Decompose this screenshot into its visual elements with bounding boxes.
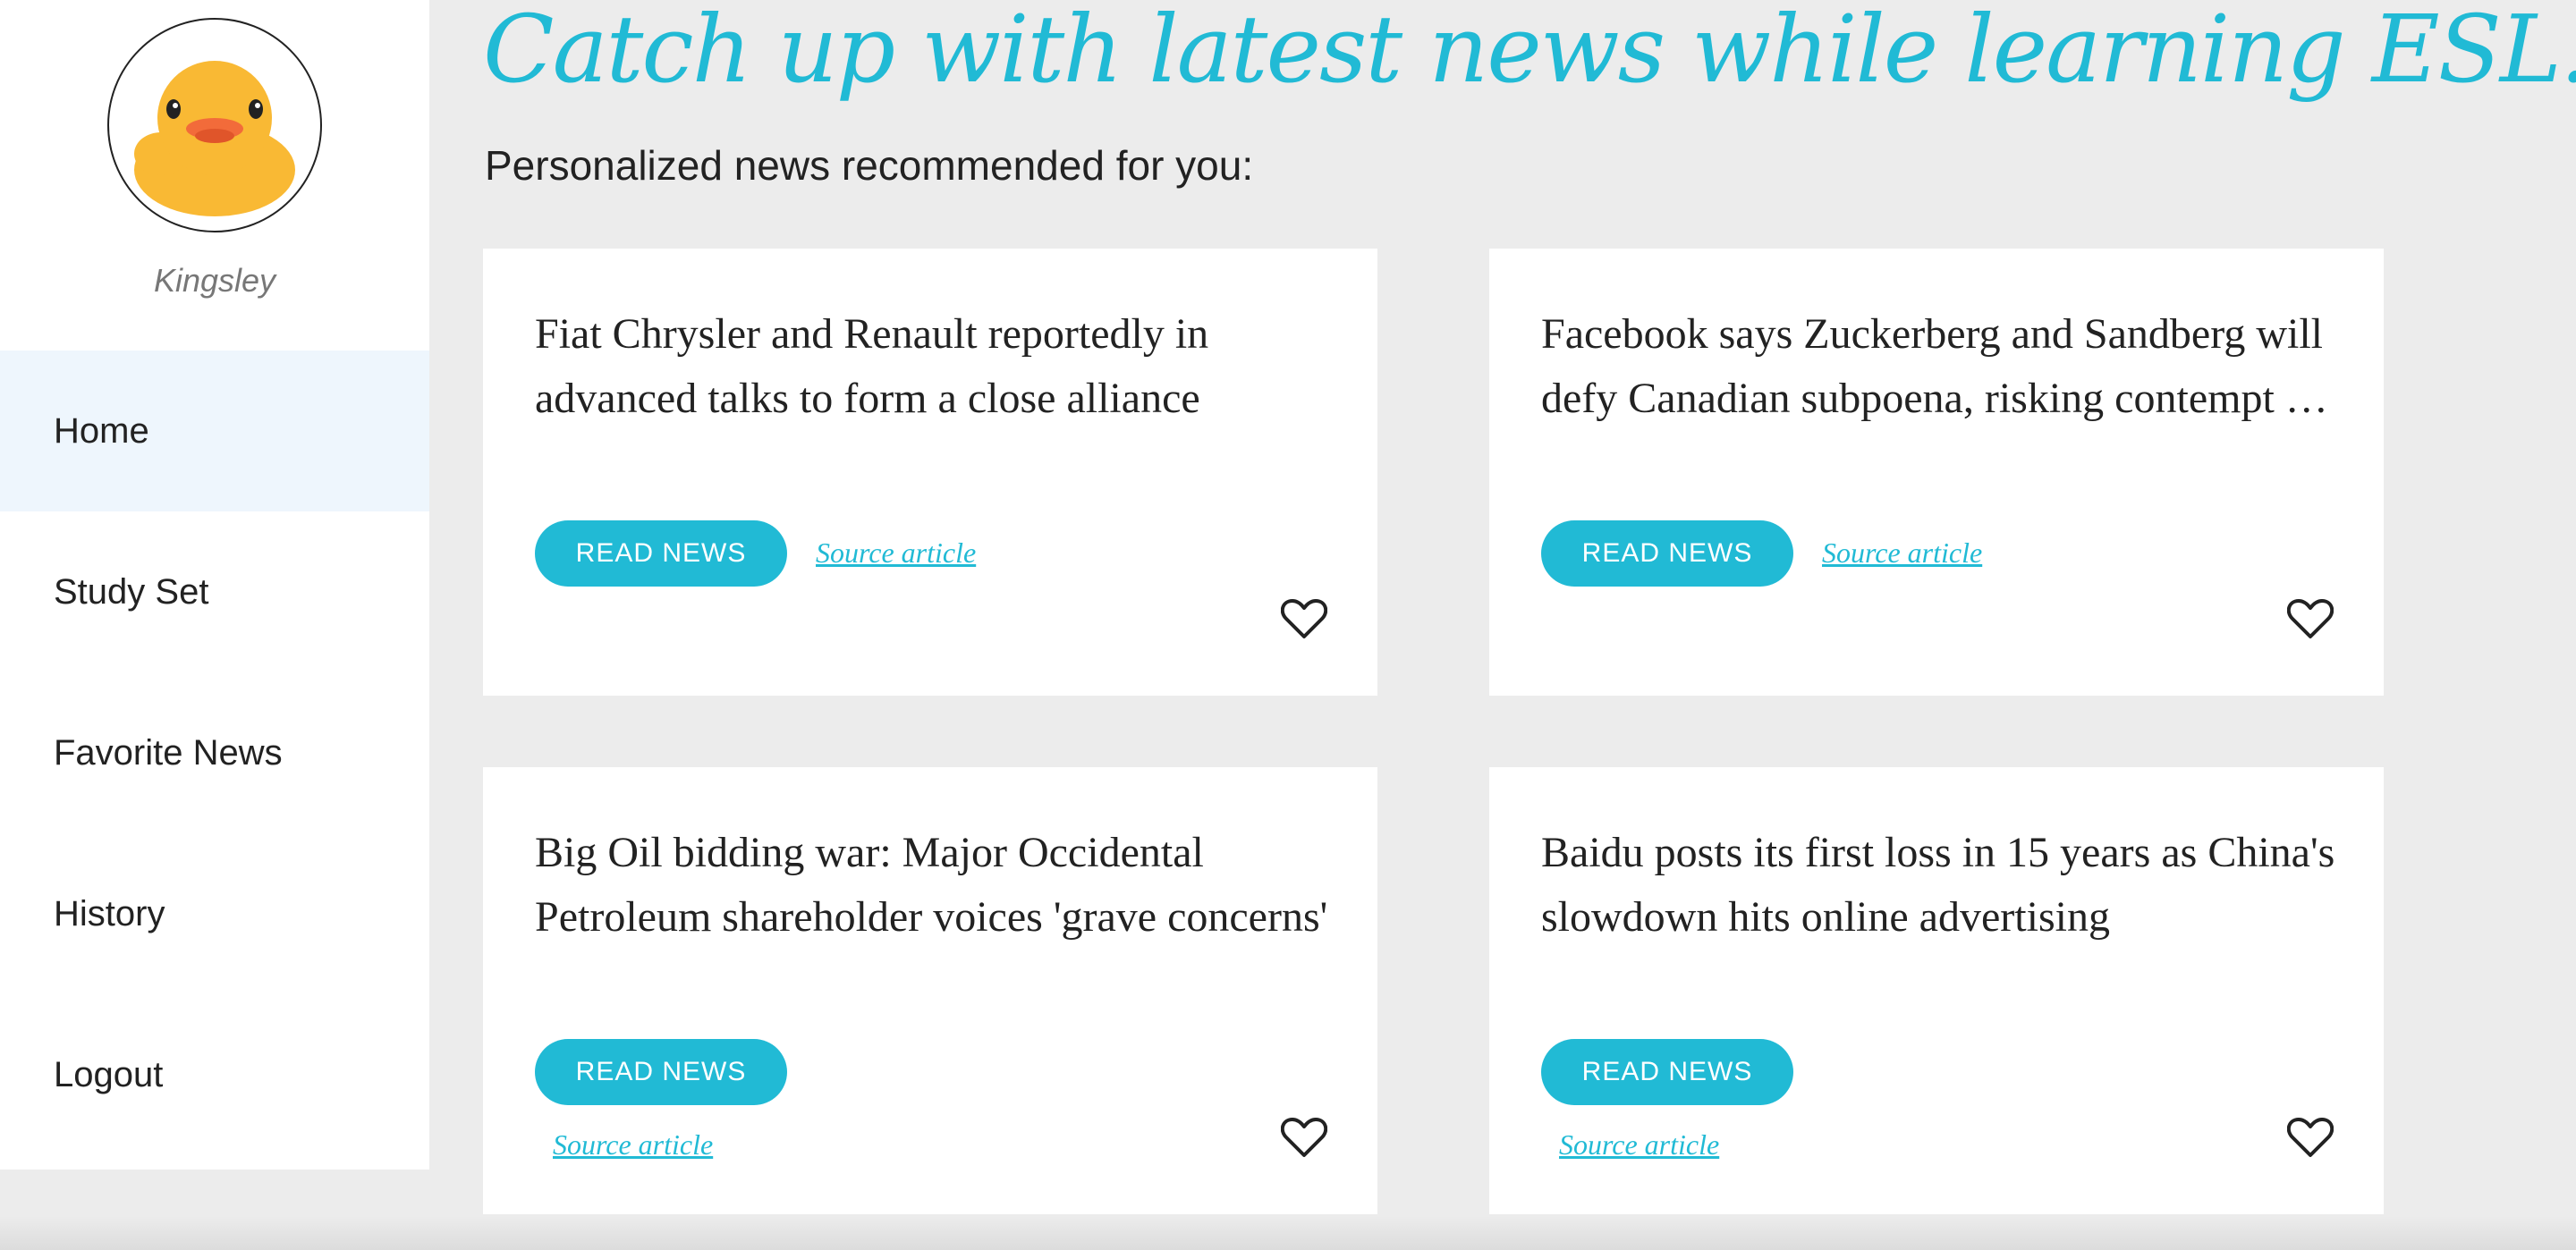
- news-card: Facebook says Zuckerberg and Sandberg wi…: [1489, 249, 2384, 696]
- source-article-link[interactable]: Source article: [553, 1128, 713, 1161]
- news-card-title: Fiat Chrysler and Renault reportedly in …: [535, 310, 1209, 422]
- username: Kingsley: [153, 262, 276, 299]
- page-bottom-edge: [0, 1216, 2576, 1250]
- read-news-button[interactable]: READ NEWS: [1541, 1039, 1793, 1105]
- heart-icon[interactable]: [2287, 597, 2334, 640]
- nav-item-favorite-news[interactable]: Favorite News: [0, 672, 429, 833]
- nav-item-history[interactable]: History: [0, 833, 429, 994]
- nav-item-home[interactable]: Home: [0, 351, 429, 511]
- news-card-title: Facebook says Zuckerberg and Sandberg wi…: [1541, 310, 2324, 422]
- news-card-title: Baidu posts its first loss in 15 years a…: [1541, 829, 2335, 941]
- news-card: Fiat Chrysler and Renault reportedly in …: [483, 249, 1377, 696]
- source-article-link[interactable]: Source article: [1822, 536, 1982, 570]
- nav-item-logout[interactable]: Logout: [0, 994, 429, 1155]
- nav-item-study-set[interactable]: Study Set: [0, 511, 429, 672]
- news-card-title: Big Oil bidding war: Major Occidental Pe…: [535, 829, 1328, 941]
- source-article-link[interactable]: Source article: [816, 536, 976, 570]
- avatar[interactable]: [107, 18, 322, 232]
- read-news-button[interactable]: READ NEWS: [1541, 520, 1793, 587]
- read-news-button[interactable]: READ NEWS: [535, 520, 787, 587]
- page-title: Catch up with latest news while learning…: [483, 0, 2576, 104]
- news-card: Baidu posts its first loss in 15 years a…: [1489, 767, 2384, 1214]
- sidebar: Kingsley Home Study Set Favorite News Hi…: [0, 0, 429, 1170]
- page-subtitle: Personalized news recommended for you:: [485, 142, 1254, 189]
- sidebar-nav: Home Study Set Favorite News History Log…: [0, 351, 429, 1155]
- heart-icon[interactable]: [1281, 1116, 1327, 1159]
- news-card: Big Oil bidding war: Major Occidental Pe…: [483, 767, 1377, 1214]
- source-article-link[interactable]: Source article: [1559, 1128, 1719, 1161]
- rubber-duck-icon: [134, 61, 295, 216]
- heart-icon[interactable]: [1281, 597, 1327, 640]
- read-news-button[interactable]: READ NEWS: [535, 1039, 787, 1105]
- heart-icon[interactable]: [2287, 1116, 2334, 1159]
